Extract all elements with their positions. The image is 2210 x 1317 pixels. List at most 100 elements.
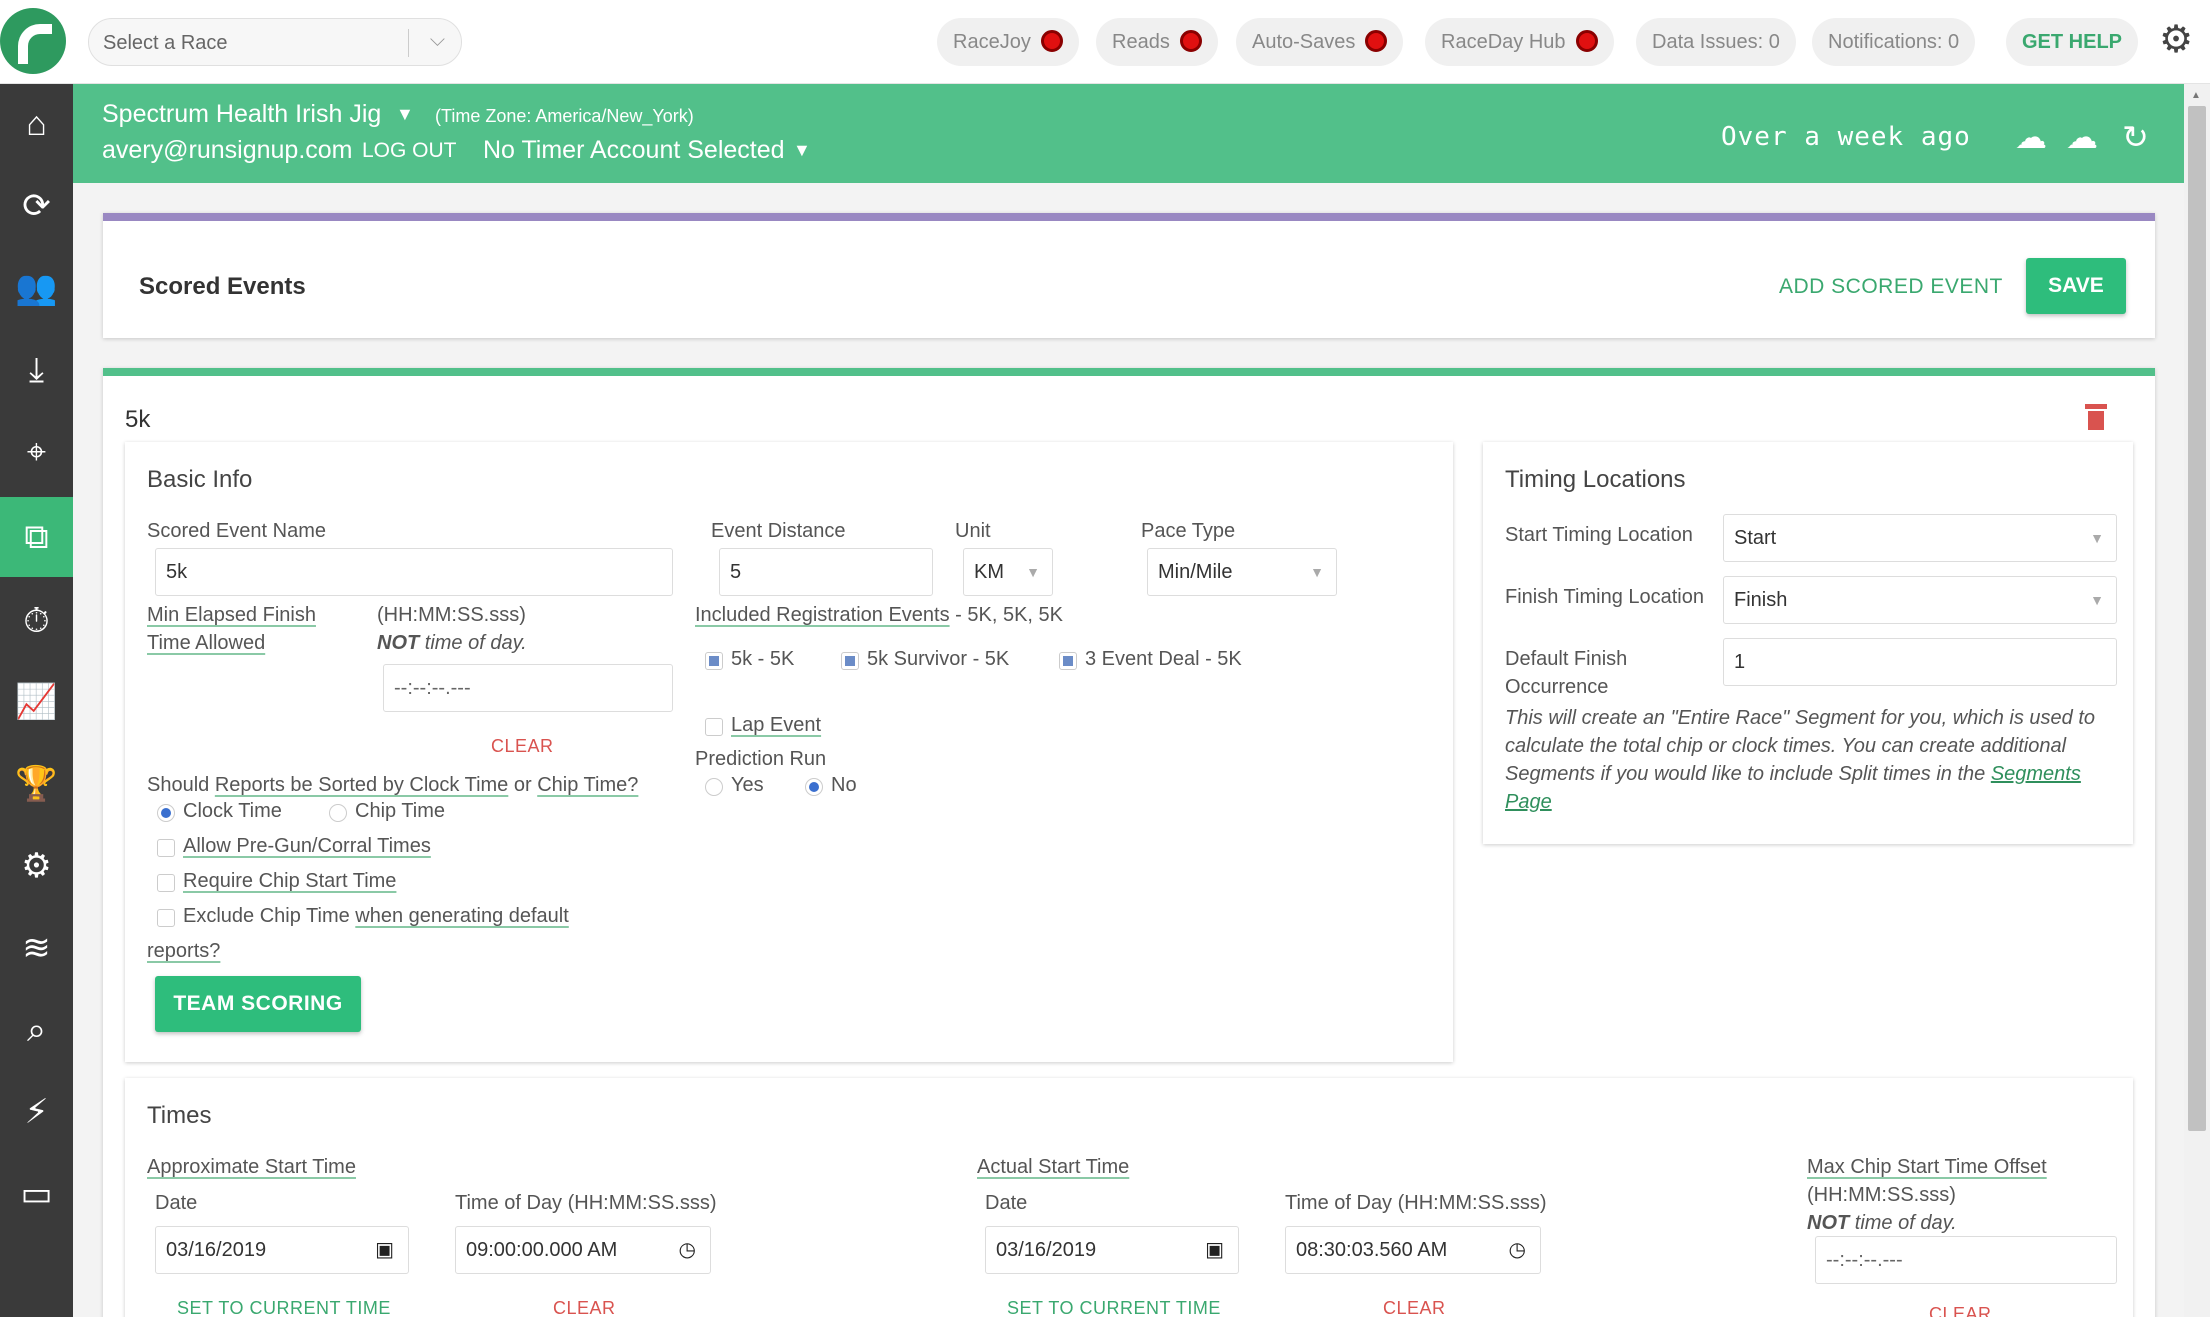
max-chip-offset-label[interactable]: Max Chip Start Time Offset [1807, 1156, 2047, 1179]
unit-select[interactable]: KM ▼ [963, 548, 1053, 596]
scroll-up-icon[interactable]: ▲ [2191, 90, 2201, 101]
trophy-icon[interactable]: 🏆 [0, 744, 73, 824]
race-dropdown-icon[interactable]: ▼ [396, 104, 414, 125]
exclude-chip-checkbox[interactable] [157, 909, 175, 927]
location-icon[interactable]: ⌖ [0, 412, 73, 492]
scrollbar[interactable]: ▲ [2184, 84, 2210, 1317]
timer-dropdown-icon[interactable]: ▼ [793, 140, 811, 161]
approx-clear-button[interactable]: CLEAR [553, 1298, 616, 1317]
cast-icon[interactable]: ▭ [0, 1154, 73, 1234]
notifications-label: Notifications: 0 [1828, 31, 1960, 53]
sync-icon[interactable]: ⟳ [0, 166, 73, 246]
min-elapsed-label-1[interactable]: Min Elapsed Finish [147, 604, 316, 627]
pace-type-value: Min/Mile [1158, 561, 1233, 583]
trash-icon[interactable] [2085, 404, 2107, 430]
settings-cogs-icon[interactable]: ⚙ [0, 826, 73, 906]
actual-start-label[interactable]: Actual Start Time [977, 1156, 1129, 1179]
approx-set-current-button[interactable]: SET TO CURRENT TIME [177, 1298, 391, 1317]
scored-event-card: 5k Basic Info Scored Event Name 5k Event… [103, 368, 2155, 1317]
refresh-icon[interactable]: ↻ [2122, 118, 2149, 156]
timer-account-select[interactable]: No Timer Account Selected [483, 136, 785, 165]
actual-clear-button[interactable]: CLEAR [1383, 1298, 1446, 1317]
require-chip-label: Require Chip Start Time [183, 870, 397, 892]
gear-icon[interactable]: ⚙ [2156, 20, 2196, 60]
add-scored-event-button[interactable]: ADD SCORED EVENT [1779, 275, 2003, 299]
data-issues-pill[interactable]: Data Issues: 0 [1636, 18, 1796, 66]
reg-event-checkbox[interactable] [705, 652, 723, 670]
layers-icon[interactable]: ≋ [0, 908, 73, 988]
pace-type-select[interactable]: Min/Mile ▼ [1147, 548, 1337, 596]
calendar-icon[interactable]: ▣ [375, 1227, 394, 1273]
included-registration-link[interactable]: Included Registration Events [695, 604, 950, 626]
search-icon[interactable]: ⌕ [0, 990, 73, 1070]
allow-pregun-checkbox[interactable] [157, 839, 175, 857]
sort-clock-link[interactable]: Reports be Sorted by Clock Time [215, 774, 508, 796]
cloud-download-icon[interactable]: ☁ [2015, 118, 2047, 156]
max-chip-offset-input[interactable]: --:--:--.--- [1815, 1236, 2117, 1284]
start-timing-select[interactable]: Start ▼ [1723, 514, 2117, 562]
prediction-no-radio[interactable] [805, 778, 823, 796]
event-distance-input[interactable]: 5 [719, 548, 933, 596]
participants-icon[interactable]: 👥 [0, 248, 73, 328]
exclude-chip-link-cont[interactable]: reports? [147, 940, 220, 963]
timing-note-line: calculate the total chip or clock times.… [1505, 735, 2067, 757]
events-hierarchy-icon[interactable]: ⧉ [0, 497, 73, 577]
notifications-pill[interactable]: Notifications: 0 [1812, 18, 1976, 66]
reg-event-checkbox[interactable] [1059, 652, 1077, 670]
segments-page-link[interactable]: Segments [1991, 763, 2081, 785]
default-finish-occurrence-input[interactable]: 1 [1723, 638, 2117, 686]
import-icon[interactable]: ⤓ [0, 330, 73, 410]
race-name[interactable]: Spectrum Health Irish Jig [102, 100, 381, 129]
prediction-yes-radio[interactable] [705, 778, 723, 796]
chip-time-radio[interactable] [329, 804, 347, 822]
reg-event-label: 5k Survivor - 5K [867, 648, 1010, 670]
approx-date-input[interactable]: 03/16/2019 ▣ [155, 1226, 409, 1274]
pace-type-label: Pace Type [1141, 520, 1236, 542]
stopwatch-icon[interactable]: ⏱ [0, 581, 73, 661]
racejoy-status[interactable]: RaceJoy [937, 18, 1079, 66]
sort-chip-link[interactable]: Chip Time? [537, 774, 638, 796]
exclude-chip-link[interactable]: when generating default [355, 905, 569, 927]
reg-event-checkbox[interactable] [841, 652, 859, 670]
timing-note-line: This will create an "Entire Race" Segmen… [1505, 707, 2096, 729]
lightning-icon[interactable]: ⚡ [0, 1072, 73, 1152]
sidebar: ⌂ ⟳ 👥 ⤓ ⌖ ⧉ ⏱ 📈 🏆 ⚙ ≋ ⌕ ⚡ ▭ [0, 84, 73, 1317]
min-elapsed-input[interactable]: --:--:--.--- [383, 664, 673, 712]
time-of-day-text: time of day. [419, 632, 527, 654]
home-icon[interactable]: ⌂ [0, 84, 73, 164]
team-scoring-button[interactable]: TEAM SCORING [155, 976, 361, 1032]
clock-icon[interactable]: ◷ [679, 1227, 696, 1273]
get-help-button[interactable]: GET HELP [2006, 18, 2139, 66]
chart-icon[interactable]: 📈 [0, 662, 73, 742]
logout-link[interactable]: LOG OUT [362, 139, 457, 163]
finish-timing-select[interactable]: Finish ▼ [1723, 576, 2117, 624]
save-button[interactable]: SAVE [2026, 258, 2126, 314]
segments-page-link-cont[interactable]: Page [1505, 791, 1552, 813]
max-chip-clear-button[interactable]: CLEAR [1929, 1304, 1992, 1317]
clock-icon[interactable]: ◷ [1509, 1227, 1526, 1273]
lap-event-checkbox[interactable] [705, 718, 723, 736]
race-select[interactable]: Select a Race ⌵ [88, 18, 462, 66]
require-chip-checkbox[interactable] [157, 874, 175, 892]
actual-time-input[interactable]: 08:30:03.560 AM ◷ [1285, 1226, 1541, 1274]
autosaves-status[interactable]: Auto-Saves [1236, 18, 1404, 66]
racedayhub-status[interactable]: RaceDay Hub [1425, 18, 1614, 66]
start-timing-value: Start [1734, 527, 1777, 549]
scrollbar-thumb[interactable] [2188, 106, 2206, 1131]
app-logo[interactable] [0, 8, 66, 74]
actual-set-current-button[interactable]: SET TO CURRENT TIME [1007, 1298, 1221, 1317]
approx-time-input[interactable]: 09:00:00.000 AM ◷ [455, 1226, 711, 1274]
actual-date-input[interactable]: 03/16/2019 ▣ [985, 1226, 1239, 1274]
approx-start-label[interactable]: Approximate Start Time [147, 1156, 356, 1179]
reads-status[interactable]: Reads [1096, 18, 1218, 66]
not-time-of-day-hint: NOT time of day. [377, 632, 527, 655]
lap-event-label: Lap Event [731, 714, 822, 736]
calendar-icon[interactable]: ▣ [1205, 1227, 1224, 1273]
min-elapsed-clear-button[interactable]: CLEAR [491, 736, 554, 757]
status-dot-icon [1179, 29, 1202, 52]
scored-event-name-input[interactable]: 5k [155, 548, 673, 596]
cloud-upload-icon[interactable]: ☁ [2066, 118, 2098, 156]
approx-date-label: Date [155, 1192, 198, 1214]
clock-time-radio[interactable] [157, 804, 175, 822]
min-elapsed-label-2[interactable]: Time Allowed [147, 632, 265, 655]
